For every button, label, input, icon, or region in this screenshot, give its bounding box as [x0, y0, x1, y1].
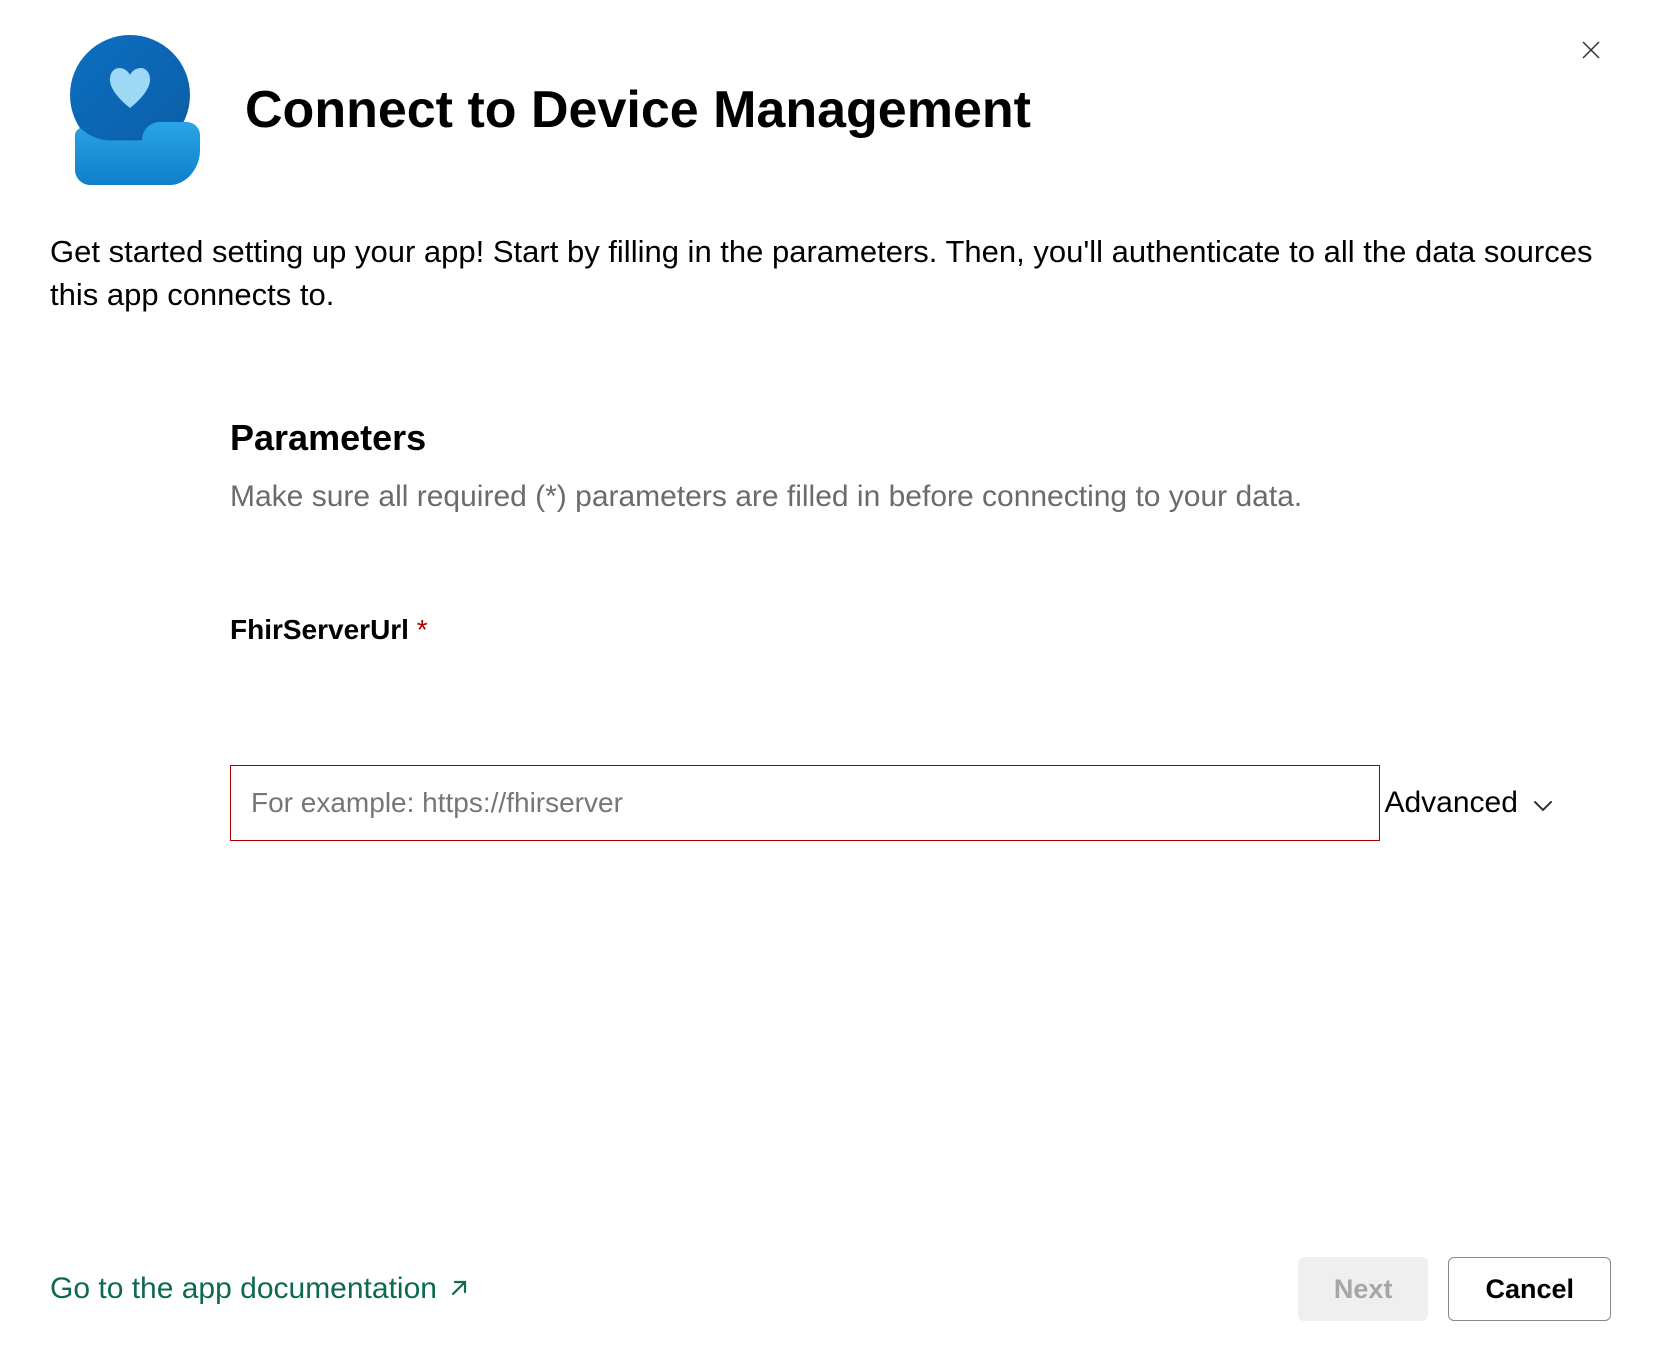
required-indicator: *: [417, 614, 428, 645]
next-button[interactable]: Next: [1298, 1257, 1429, 1321]
external-link-icon: [449, 1272, 467, 1306]
fhir-server-url-label: FhirServerUrl *: [230, 614, 1561, 646]
app-icon: [50, 30, 210, 190]
field-label-text: FhirServerUrl: [230, 614, 409, 645]
footer-buttons: Next Cancel: [1298, 1257, 1611, 1321]
doc-link-text: Go to the app documentation: [50, 1272, 437, 1306]
dialog-description: Get started setting up your app! Start b…: [50, 230, 1610, 317]
chevron-down-icon: [1533, 786, 1553, 820]
documentation-link[interactable]: Go to the app documentation: [50, 1272, 467, 1306]
close-icon: [1579, 50, 1603, 65]
advanced-toggle[interactable]: Advanced: [1384, 786, 1552, 820]
parameters-section: Parameters Make sure all required (*) pa…: [50, 417, 1611, 841]
advanced-label: Advanced: [1384, 786, 1517, 820]
dialog-title: Connect to Device Management: [245, 80, 1031, 140]
close-button[interactable]: [1571, 30, 1611, 73]
cancel-button[interactable]: Cancel: [1448, 1257, 1611, 1321]
parameters-title: Parameters: [230, 417, 1561, 459]
fhir-server-url-input[interactable]: [230, 765, 1380, 841]
dialog-header: Connect to Device Management: [50, 30, 1611, 190]
dialog-footer: Go to the app documentation Next Cancel: [50, 1257, 1611, 1321]
parameters-description: Make sure all required (*) parameters ar…: [230, 474, 1330, 519]
